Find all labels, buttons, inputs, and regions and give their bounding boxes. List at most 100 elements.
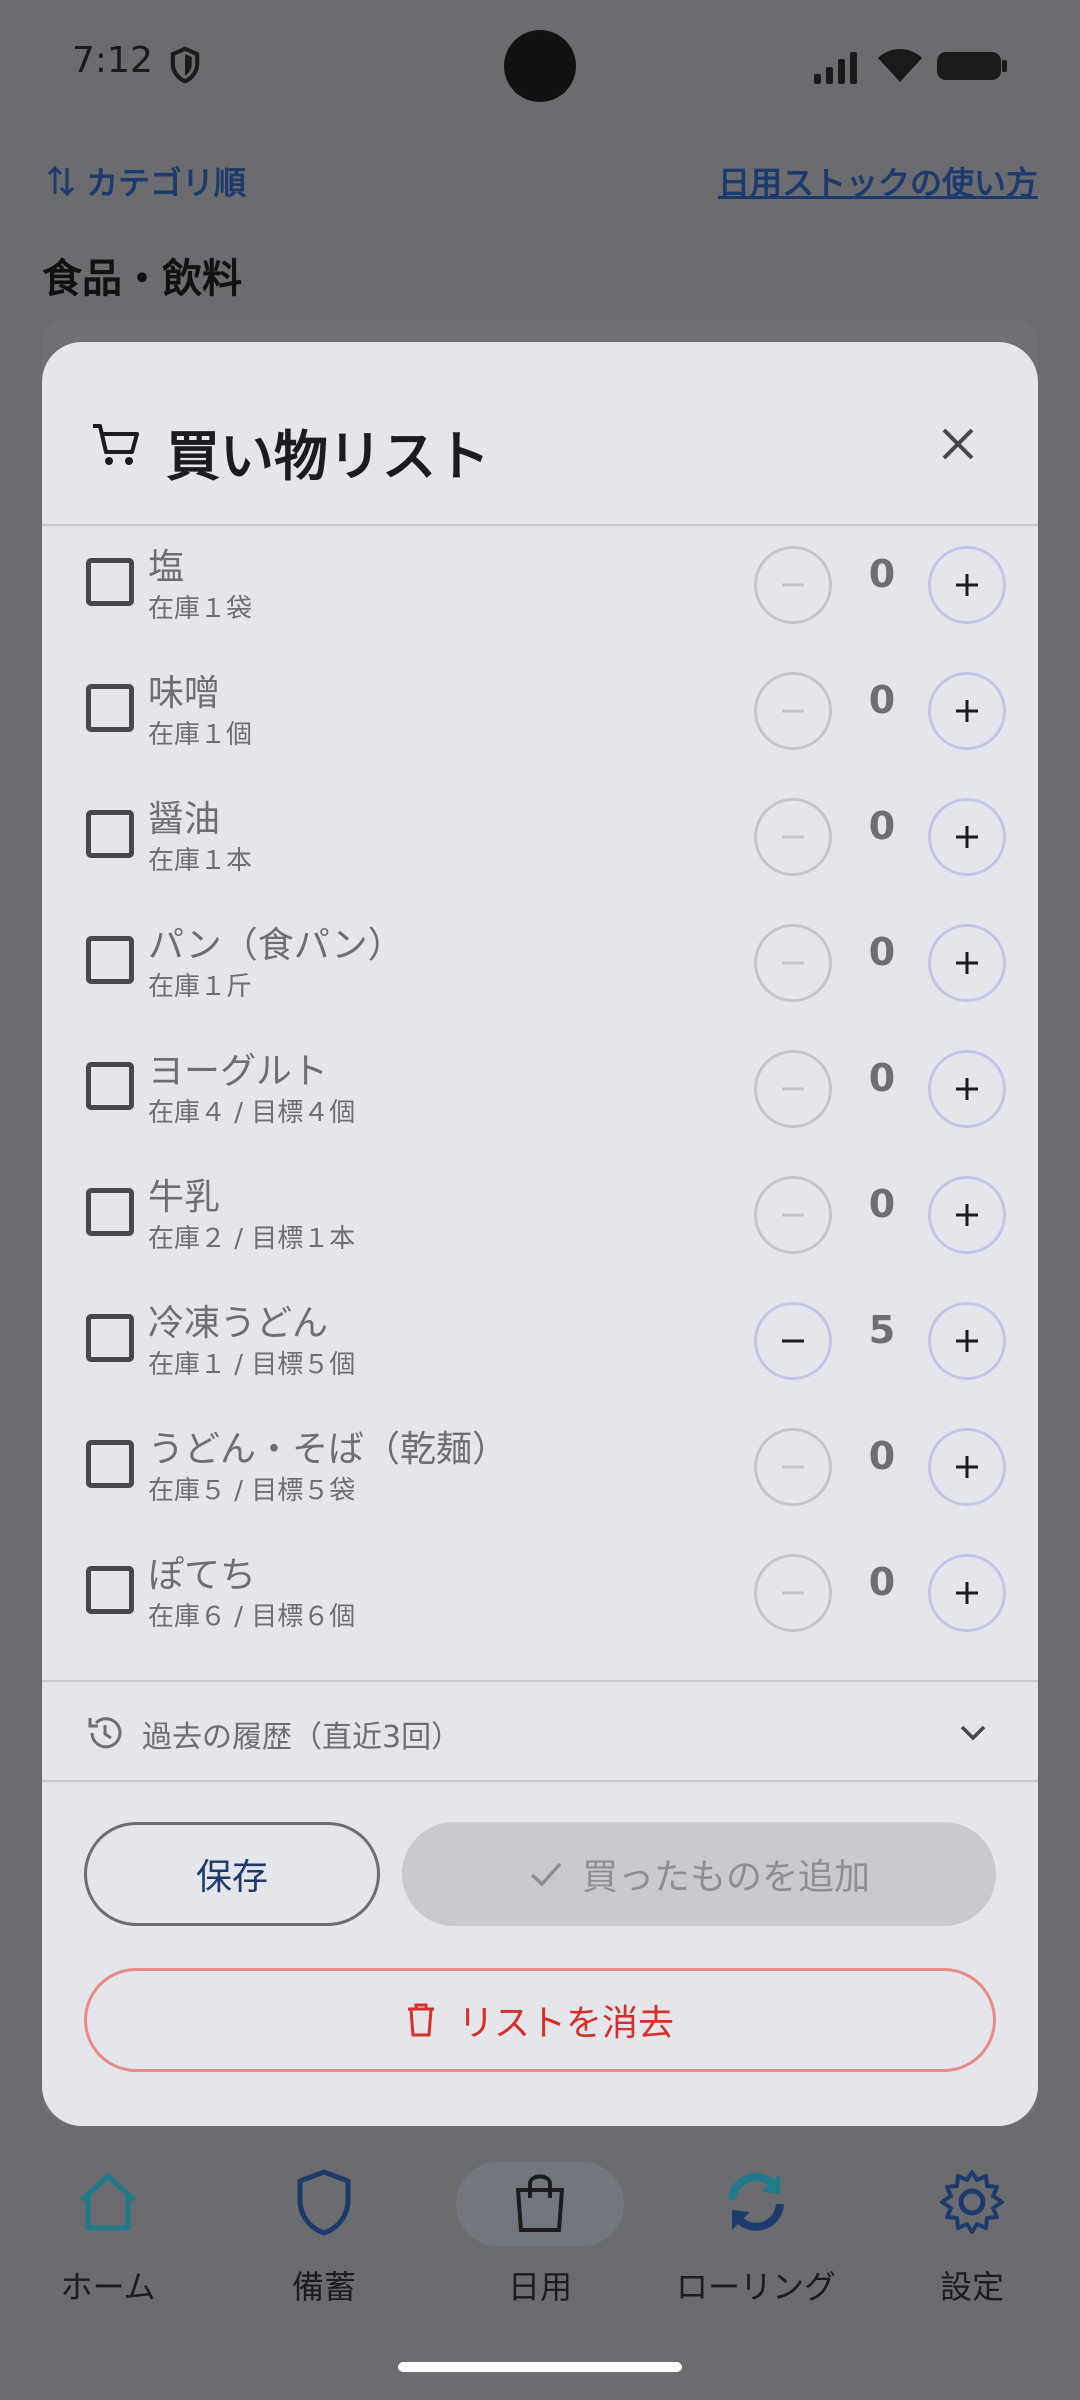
refresh-icon [728, 2173, 784, 2231]
plus-icon [956, 1330, 978, 1352]
sort-toggle[interactable]: カテゴリ順 [46, 158, 246, 204]
home-indicator [398, 2362, 682, 2372]
signal-icon [814, 52, 857, 84]
item-checkbox[interactable] [86, 558, 134, 606]
item-stock: 在庫１斤 [148, 972, 253, 1002]
add-bought-button[interactable]: 買ったものを追加 [402, 1822, 996, 1926]
item-checkbox[interactable] [86, 1314, 134, 1362]
minus-icon [782, 961, 804, 965]
item-stock: 在庫１本 [148, 846, 253, 876]
history-icon [88, 1717, 122, 1749]
minus-icon [782, 1087, 804, 1091]
item-checkbox[interactable] [86, 936, 134, 984]
item-name: ぽてち [148, 1555, 257, 1596]
plus-icon [956, 826, 978, 848]
item-name: 塩 [148, 547, 185, 588]
plus-icon [956, 1582, 978, 1604]
decrement-button[interactable] [754, 672, 832, 750]
decrement-button[interactable] [754, 1554, 832, 1632]
item-checkbox[interactable] [86, 684, 134, 732]
nav-label-daily: 日用 [507, 2268, 572, 2306]
item-quantity: 0 [868, 552, 896, 596]
history-label: 過去の履歴（直近3回） [142, 1720, 462, 1755]
nav-label-settings: 設定 [939, 2268, 1004, 2306]
section-title: 食品・飲料 [42, 256, 242, 302]
nav-label-stockpile: 備蓄 [291, 2268, 356, 2306]
history-toggle[interactable]: 過去の履歴（直近3回） [42, 1680, 1038, 1782]
nav-item-daily[interactable]: 日用 [440, 2166, 640, 2308]
decrement-button[interactable] [754, 1302, 832, 1380]
item-stock: 在庫１袋 [148, 594, 253, 624]
minus-icon [782, 1213, 804, 1217]
increment-button[interactable] [928, 1302, 1006, 1380]
status-time: 7:12 [72, 40, 153, 81]
minus-icon [782, 1339, 804, 1343]
item-name: パン（食パン） [148, 925, 404, 966]
increment-button[interactable] [928, 1050, 1006, 1128]
plus-icon [956, 952, 978, 974]
nav-item-rolling[interactable]: ローリング [656, 2166, 856, 2308]
increment-button[interactable] [928, 1428, 1006, 1506]
increment-button[interactable] [928, 672, 1006, 750]
item-checkbox[interactable] [86, 1188, 134, 1236]
list-item: 牛乳 在庫２ / 目標１本 0 [42, 1158, 1038, 1284]
decrement-button[interactable] [754, 1176, 832, 1254]
increment-button[interactable] [928, 798, 1006, 876]
decrement-button[interactable] [754, 924, 832, 1002]
save-button[interactable]: 保存 [84, 1822, 380, 1926]
shopping-bag-icon [515, 2174, 565, 2232]
decrement-button[interactable] [754, 546, 832, 624]
clear-list-button[interactable]: リストを消去 [84, 1968, 996, 2072]
increment-button[interactable] [928, 1176, 1006, 1254]
list-item: パン（食パン） 在庫１斤 0 [42, 906, 1038, 1032]
bottom-nav: ホーム 備蓄 日用 ローリング 設定 [0, 2126, 1080, 2400]
shopping-item-list: 塩在庫１袋 0 味噌 在庫１個 0 醤油 在庫１本 0 パン（食パン） 在庫１斤 0 ヨーグルト 在庫４… [42, 528, 1038, 1662]
clear-list-label: リストを消去 [457, 2003, 674, 2044]
plus-icon [956, 574, 978, 596]
increment-button[interactable] [928, 546, 1006, 624]
item-stock: 在庫５ / 目標５袋 [148, 1476, 356, 1506]
item-stock: 在庫１個 [148, 720, 253, 750]
help-link[interactable]: 日用ストックの使い方 [718, 158, 1038, 204]
minus-icon [782, 709, 804, 713]
nav-label-rolling: ローリング [675, 2268, 836, 2306]
item-quantity: 0 [868, 1560, 896, 1604]
chevron-down-icon [960, 1725, 986, 1741]
item-name: 冷凍うどん [148, 1303, 329, 1344]
decrement-button[interactable] [754, 1428, 832, 1506]
list-item: 味噌 在庫１個 0 [42, 654, 1038, 780]
plus-icon [956, 1204, 978, 1226]
nav-item-settings[interactable]: 設定 [872, 2166, 1072, 2308]
increment-button[interactable] [928, 924, 1006, 1002]
decrement-button[interactable] [754, 798, 832, 876]
item-checkbox[interactable] [86, 810, 134, 858]
nav-item-home[interactable]: ホーム [8, 2166, 208, 2308]
minus-icon [782, 583, 804, 587]
list-item: 塩在庫１袋 0 [42, 528, 1038, 654]
close-icon[interactable] [938, 424, 978, 464]
item-checkbox[interactable] [86, 1062, 134, 1110]
sort-icon [47, 165, 75, 197]
nav-item-stockpile[interactable]: 備蓄 [224, 2166, 424, 2308]
item-stock: 在庫４ / 目標４個 [148, 1098, 356, 1128]
list-item: 醤油在庫１本 0 [42, 780, 1038, 906]
item-quantity: 0 [868, 1056, 896, 1100]
item-name: 牛乳 [148, 1177, 221, 1218]
item-quantity: 0 [868, 1182, 896, 1226]
gear-icon [940, 2170, 1004, 2234]
item-quantity: 0 [868, 804, 896, 848]
modal-title: 買い物リスト [166, 425, 490, 488]
increment-button[interactable] [928, 1554, 1006, 1632]
item-checkbox[interactable] [86, 1440, 134, 1488]
item-quantity: 5 [868, 1308, 896, 1352]
check-icon [530, 1862, 562, 1887]
list-item: ぽてち 在庫６ / 目標６個 0 [42, 1536, 1038, 1662]
item-quantity: 0 [868, 1434, 896, 1478]
item-checkbox[interactable] [86, 1566, 134, 1614]
list-item: ヨーグルト 在庫４ / 目標４個 0 [42, 1032, 1038, 1158]
list-item: 冷凍うどん 在庫１ / 目標５個 5 [42, 1284, 1038, 1410]
decrement-button[interactable] [754, 1050, 832, 1128]
list-item: うどん・そば（乾麺） 在庫５ / 目標５袋 0 [42, 1410, 1038, 1536]
sort-label: カテゴリ順 [86, 164, 247, 202]
item-name: 醤油 [148, 799, 221, 840]
